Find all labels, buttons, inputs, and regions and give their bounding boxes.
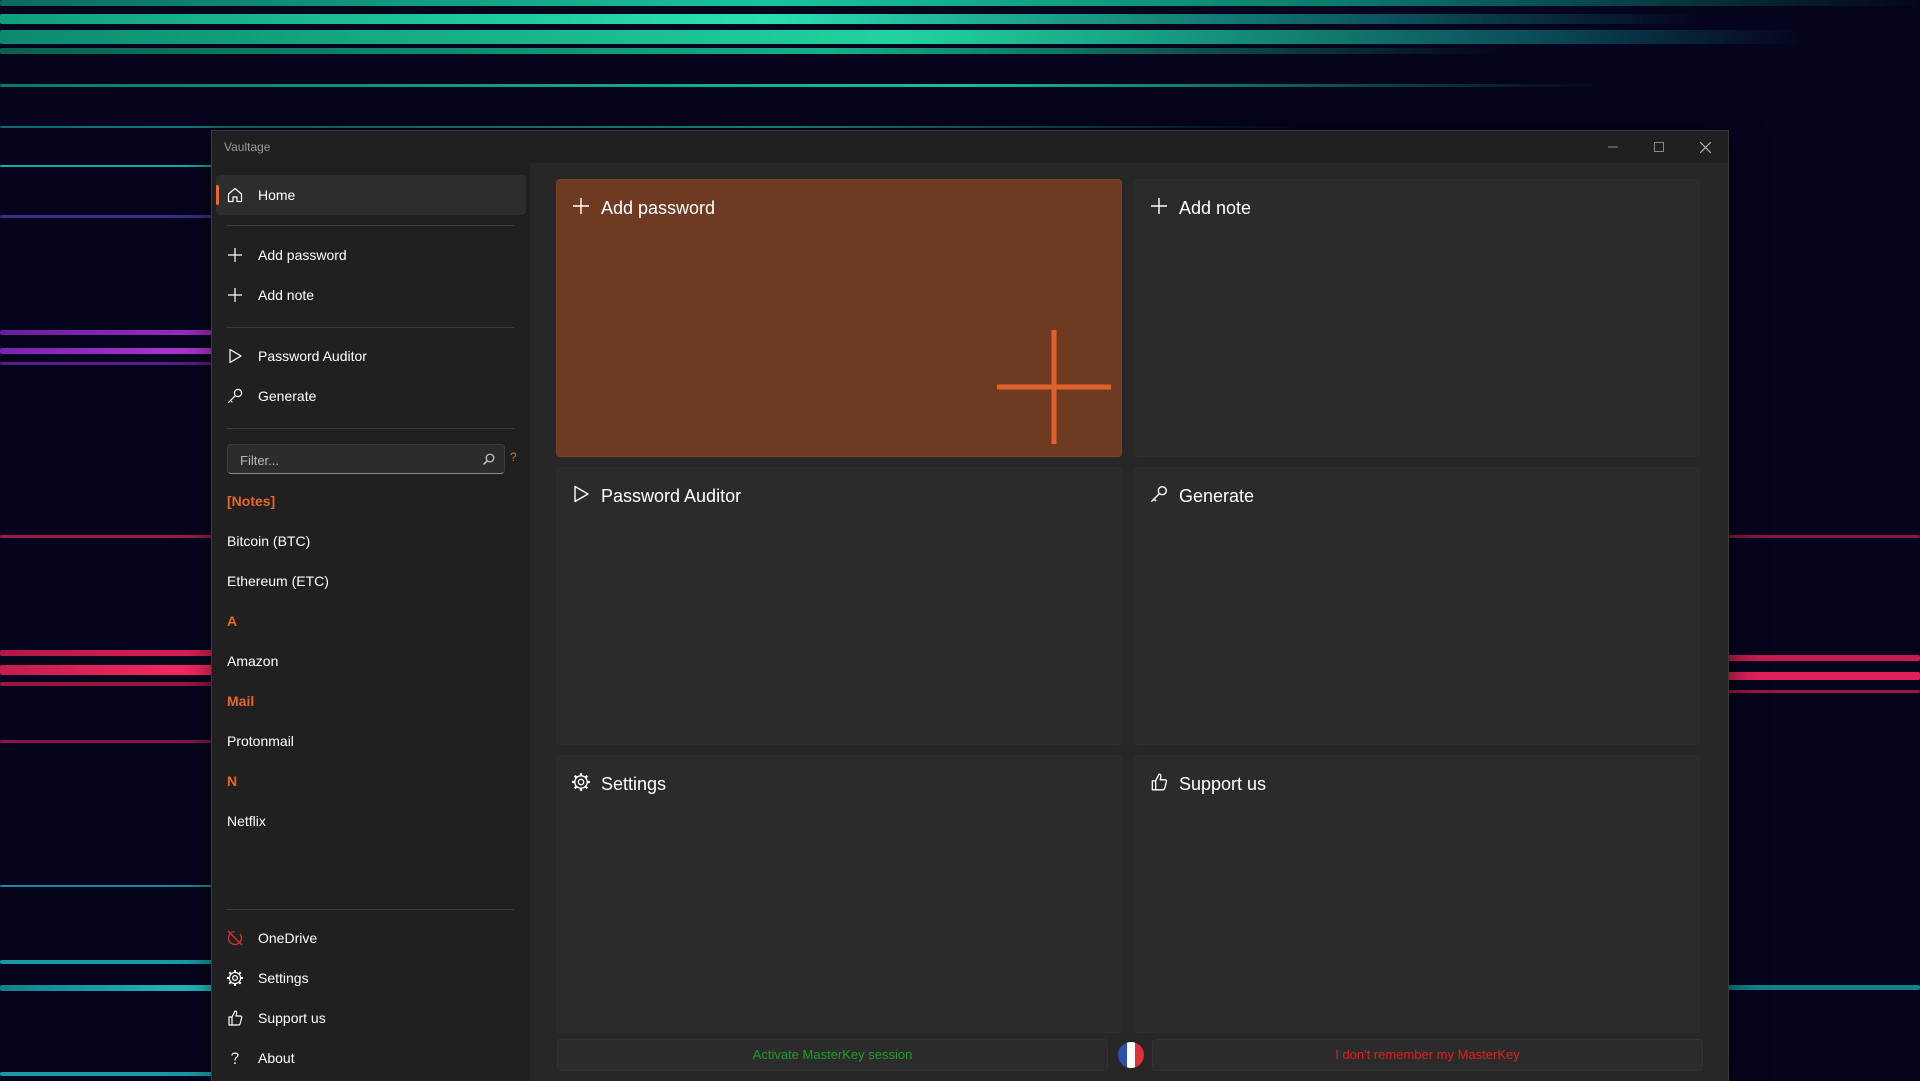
- filter-help-link[interactable]: ?: [510, 450, 517, 464]
- plus-icon: [1151, 198, 1167, 214]
- list-item[interactable]: Ethereum (ETC): [227, 573, 329, 589]
- nav-divider: [227, 225, 514, 226]
- nav-item-label: Add note: [258, 287, 315, 303]
- play-icon: [574, 485, 589, 503]
- list-item[interactable]: Bitcoin (BTC): [227, 533, 310, 549]
- nav-item-label: Settings: [258, 970, 309, 986]
- minimize-button[interactable]: [1590, 131, 1636, 163]
- home-icon: [227, 187, 243, 203]
- nav-divider: [227, 327, 514, 328]
- plus-icon: [228, 248, 242, 262]
- close-button[interactable]: [1682, 131, 1728, 163]
- nav-item-about[interactable]: About: [216, 1038, 526, 1078]
- card-title: Generate: [1179, 486, 1255, 506]
- home-dashboard: Add password Add note Password Auditor G…: [530, 163, 1728, 1081]
- card-add-password[interactable]: Add password: [556, 179, 1122, 457]
- thumbs-up-icon: [1151, 773, 1168, 791]
- card-title: Add note: [1179, 198, 1252, 218]
- minimize-icon: [1608, 146, 1618, 148]
- group-header-a: A: [227, 613, 238, 629]
- sync-disabled-icon: [227, 930, 243, 946]
- list-item[interactable]: Amazon: [227, 653, 278, 669]
- nav-item-label: Password Auditor: [258, 348, 367, 364]
- plus-icon: [997, 330, 1111, 444]
- french-flag-icon[interactable]: [1118, 1042, 1144, 1068]
- navigation-sidebar: Home Add password Add note Password Audi…: [212, 163, 530, 1081]
- plus-icon: [573, 198, 589, 214]
- card-generate[interactable]: Generate: [1134, 467, 1700, 745]
- close-icon: [1699, 141, 1711, 153]
- card-settings[interactable]: Settings: [556, 755, 1122, 1033]
- nav-item-generate[interactable]: Generate: [216, 376, 526, 416]
- title-bar[interactable]: Vaultage: [212, 131, 1728, 163]
- card-support[interactable]: Support us: [1134, 755, 1700, 1033]
- activate-masterkey-session-button[interactable]: Activate MasterKey session: [557, 1039, 1108, 1071]
- card-title: Settings: [601, 774, 667, 794]
- nav-item-add-password[interactable]: Add password: [216, 235, 526, 275]
- card-title: Add password: [601, 198, 716, 218]
- nav-item-label: Home: [258, 187, 296, 203]
- maximize-button[interactable]: [1636, 131, 1682, 163]
- key-icon: [227, 388, 243, 404]
- nav-item-onedrive[interactable]: OneDrive: [216, 918, 526, 958]
- forgot-masterkey-button[interactable]: I don't remember my MasterKey: [1152, 1039, 1703, 1071]
- nav-item-label: About: [258, 1050, 295, 1066]
- filter-input[interactable]: [238, 451, 472, 469]
- nav-item-settings[interactable]: Settings: [216, 958, 526, 998]
- gear-icon: [227, 970, 243, 986]
- group-header-notes: [Notes]: [227, 493, 276, 509]
- nav-item-home[interactable]: Home: [216, 175, 526, 215]
- nav-divider: [227, 909, 514, 910]
- search-icon[interactable]: [482, 452, 496, 466]
- maximize-icon: [1654, 142, 1664, 152]
- nav-item-label: Add password: [258, 247, 347, 263]
- nav-item-add-note[interactable]: Add note: [216, 275, 526, 315]
- window-title: Vaultage: [224, 140, 271, 154]
- app-window: Vaultage Home Add password Add note Pass…: [211, 130, 1729, 1081]
- group-header-n: N: [227, 773, 238, 789]
- list-item[interactable]: Netflix: [227, 813, 266, 829]
- card-password-auditor[interactable]: Password Auditor: [556, 467, 1122, 745]
- key-icon: [1151, 485, 1168, 502]
- gear-icon: [572, 773, 590, 791]
- card-add-note[interactable]: Add note: [1134, 179, 1700, 457]
- card-title: Password Auditor: [601, 486, 742, 506]
- group-header-mail: Mail: [227, 693, 255, 709]
- card-title: Support us: [1179, 774, 1267, 794]
- filter-box: [227, 444, 505, 474]
- nav-item-label: Generate: [258, 388, 317, 404]
- nav-item-password-auditor[interactable]: Password Auditor: [216, 336, 526, 376]
- list-item[interactable]: Protonmail: [227, 733, 294, 749]
- nav-item-label: Support us: [258, 1010, 326, 1026]
- play-icon: [229, 348, 242, 364]
- nav-item-support[interactable]: Support us: [216, 998, 526, 1038]
- plus-icon: [228, 288, 242, 302]
- question-icon: [231, 1052, 239, 1065]
- nav-divider: [227, 428, 514, 429]
- thumbs-up-icon: [228, 1010, 243, 1026]
- nav-item-label: OneDrive: [258, 930, 318, 946]
- selection-indicator: [216, 185, 219, 205]
